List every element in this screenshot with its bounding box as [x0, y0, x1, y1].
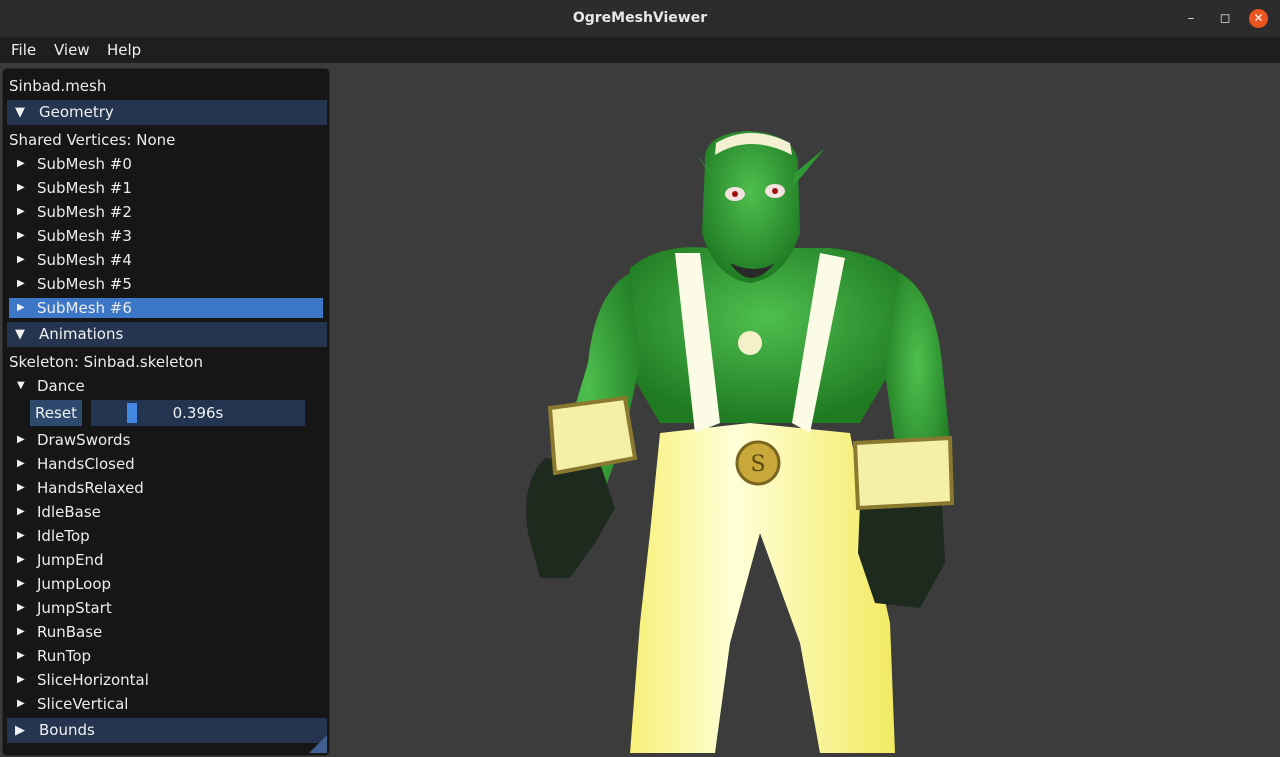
- animation-item-dance[interactable]: ▼ Dance: [3, 375, 323, 397]
- animation-item[interactable]: ▶ JumpEnd: [3, 549, 323, 571]
- 3d-viewport[interactable]: S: [330, 63, 1280, 757]
- close-icon[interactable]: ✕: [1249, 9, 1268, 28]
- triangle-right-icon: ▶: [17, 458, 25, 469]
- bounds-header[interactable]: ▶ Bounds: [7, 718, 327, 743]
- triangle-right-icon: ▶: [17, 182, 25, 193]
- mesh-name: Sinbad.mesh: [9, 77, 107, 95]
- minimize-icon[interactable]: –: [1181, 9, 1201, 29]
- triangle-right-icon: ▶: [17, 158, 25, 169]
- animation-label: RunBase: [37, 623, 103, 641]
- triangle-right-icon: ▶: [17, 506, 25, 517]
- triangle-right-icon: ▶: [17, 578, 25, 589]
- geometry-header-label: Geometry: [39, 103, 114, 121]
- animation-item[interactable]: ▶ RunTop: [3, 645, 323, 667]
- submesh-label: SubMesh #3: [37, 227, 132, 245]
- submesh-item[interactable]: ▶ SubMesh #0: [3, 153, 323, 175]
- animations-header[interactable]: ▼ Animations: [7, 322, 327, 347]
- animation-label: SliceVertical: [37, 695, 129, 713]
- triangle-right-icon: ▶: [17, 230, 25, 241]
- triangle-down-icon: ▼: [15, 327, 25, 342]
- submesh-label: SubMesh #0: [37, 155, 132, 173]
- animation-item[interactable]: ▶ JumpStart: [3, 597, 323, 619]
- skeleton-label: Skeleton: Sinbad.skeleton: [9, 353, 204, 371]
- submesh-item[interactable]: ▶ SubMesh #2: [3, 201, 323, 223]
- triangle-right-icon: ▶: [15, 723, 25, 738]
- animation-item[interactable]: ▶ HandsClosed: [3, 453, 323, 475]
- submesh-item[interactable]: ▶ SubMesh #1: [3, 177, 323, 199]
- triangle-right-icon: ▶: [17, 674, 25, 685]
- shared-vertices: Shared Vertices: None: [9, 131, 176, 149]
- animation-label: IdleBase: [37, 503, 101, 521]
- animation-label: HandsRelaxed: [37, 479, 144, 497]
- slider-value: 0.396s: [172, 404, 224, 422]
- menu-bar: File View Help: [0, 38, 1280, 63]
- animation-item[interactable]: ▶ SliceVertical: [3, 693, 323, 715]
- animation-item[interactable]: ▶ IdleTop: [3, 525, 323, 547]
- submesh-label: SubMesh #4: [37, 251, 132, 269]
- submesh-label: SubMesh #2: [37, 203, 132, 221]
- submesh-label: SubMesh #1: [37, 179, 132, 197]
- triangle-right-icon: ▶: [17, 302, 25, 313]
- animation-label: Dance: [37, 377, 85, 395]
- triangle-right-icon: ▶: [17, 254, 25, 265]
- menu-help[interactable]: Help: [107, 38, 141, 63]
- animation-label: SliceHorizontal: [37, 671, 149, 689]
- submesh-item[interactable]: ▶ SubMesh #4: [3, 249, 323, 271]
- triangle-right-icon: ▶: [17, 698, 25, 709]
- resize-grip-icon[interactable]: [309, 735, 327, 753]
- svg-text:S: S: [750, 452, 765, 477]
- triangle-right-icon: ▶: [17, 530, 25, 541]
- menu-file[interactable]: File: [11, 38, 36, 63]
- submesh-label: SubMesh #6: [37, 299, 132, 317]
- animation-item[interactable]: ▶ HandsRelaxed: [3, 477, 323, 499]
- title-bar: OgreMeshViewer – ◻ ✕: [0, 0, 1280, 38]
- menu-view[interactable]: View: [54, 38, 90, 63]
- animation-item[interactable]: ▶ RunBase: [3, 621, 323, 643]
- animation-label: IdleTop: [37, 527, 90, 545]
- animation-label: HandsClosed: [37, 455, 135, 473]
- triangle-right-icon: ▶: [17, 482, 25, 493]
- animation-item[interactable]: ▶ JumpLoop: [3, 573, 323, 595]
- animation-label: DrawSwords: [37, 431, 131, 449]
- submesh-label: SubMesh #5: [37, 275, 132, 293]
- triangle-down-icon: ▼: [15, 105, 25, 120]
- animation-item[interactable]: ▶ DrawSwords: [3, 429, 323, 451]
- mesh-info-panel: Sinbad.mesh ▼ Geometry Shared Vertices: …: [2, 68, 330, 756]
- animation-label: JumpEnd: [37, 551, 104, 569]
- animation-item[interactable]: ▶ SliceHorizontal: [3, 669, 323, 691]
- submesh-item[interactable]: ▶ SubMesh #6: [3, 297, 323, 319]
- triangle-right-icon: ▶: [17, 434, 25, 445]
- triangle-right-icon: ▶: [17, 602, 25, 613]
- animations-header-label: Animations: [39, 325, 124, 343]
- animation-label: RunTop: [37, 647, 92, 665]
- triangle-right-icon: ▶: [17, 650, 25, 661]
- submesh-item[interactable]: ▶ SubMesh #3: [3, 225, 323, 247]
- animation-time-slider[interactable]: 0.396s: [91, 400, 305, 426]
- triangle-right-icon: ▶: [17, 206, 25, 217]
- triangle-right-icon: ▶: [17, 554, 25, 565]
- window-title: OgreMeshViewer: [572, 10, 708, 26]
- animation-label: JumpStart: [37, 599, 112, 617]
- triangle-down-icon: ▼: [17, 380, 25, 391]
- bounds-header-label: Bounds: [39, 721, 95, 739]
- maximize-icon[interactable]: ◻: [1215, 9, 1235, 29]
- sinbad-model: S: [526, 131, 955, 753]
- triangle-right-icon: ▶: [17, 278, 25, 289]
- reset-button[interactable]: Reset: [30, 400, 82, 426]
- geometry-header[interactable]: ▼ Geometry: [7, 100, 327, 125]
- animation-label: JumpLoop: [37, 575, 112, 593]
- animation-item[interactable]: ▶ IdleBase: [3, 501, 323, 523]
- submesh-item[interactable]: ▶ SubMesh #5: [3, 273, 323, 295]
- triangle-right-icon: ▶: [17, 626, 25, 637]
